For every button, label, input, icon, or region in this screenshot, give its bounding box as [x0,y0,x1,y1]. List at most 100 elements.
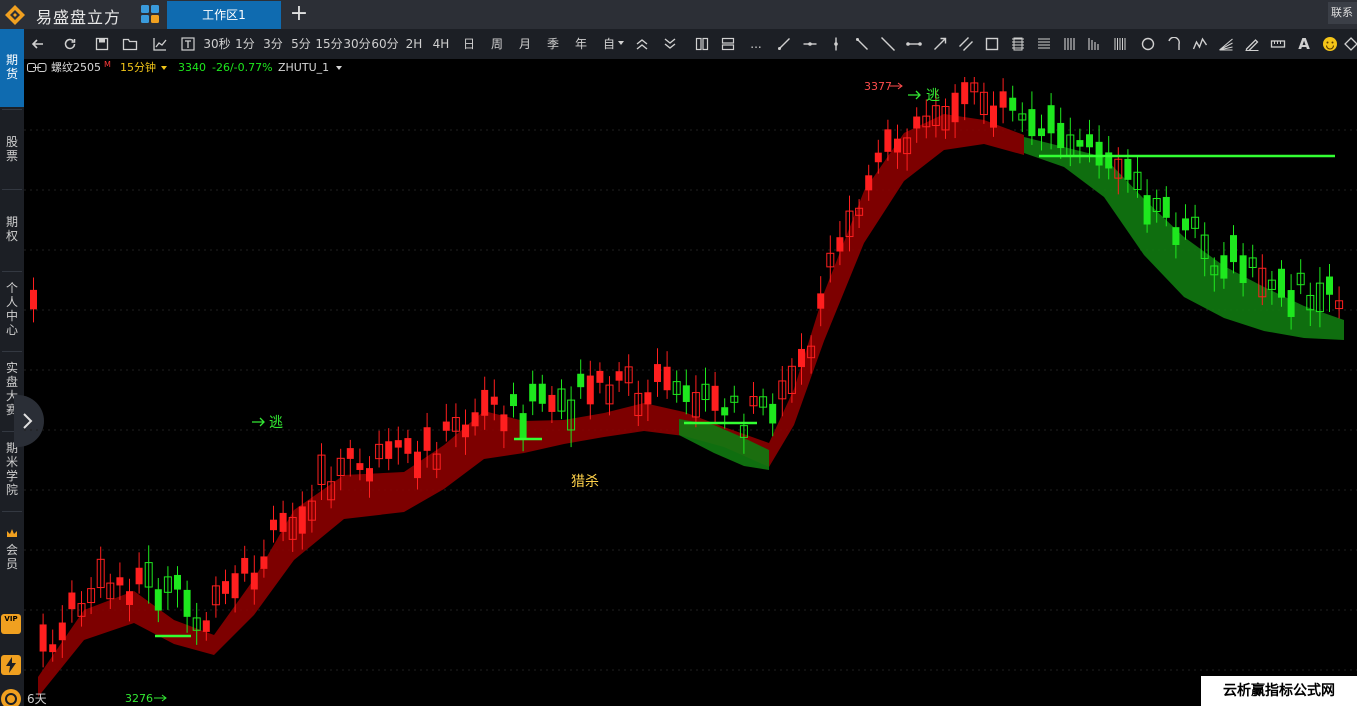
save-button[interactable] [92,29,112,59]
vertical-line-tool[interactable] [826,29,846,59]
dropdown-arrow-icon[interactable] [161,66,167,70]
workspace-grid-icon[interactable] [140,4,161,25]
candle-body [836,237,844,252]
extended-line-tool[interactable] [878,29,898,59]
period-quarter[interactable]: 季 [544,29,562,59]
watermark: 云析赢指标公式网 [1201,676,1357,706]
arc-tool[interactable] [1164,29,1184,59]
text-box-button[interactable] [178,29,198,59]
time-cycle-tool[interactable] [1060,29,1080,59]
period-selector[interactable]: 15分钟 [120,59,156,76]
period-day[interactable]: 日 [460,29,478,59]
price-range-tool[interactable] [904,29,924,59]
tab-workspace-1[interactable]: 工作区1 [167,1,281,29]
sidebar-item-membership[interactable]: 会员 [0,543,24,571]
candle-body [711,385,719,411]
candle-body [135,567,143,585]
candle-body [615,371,623,381]
period-5m[interactable]: 5分 [290,29,312,59]
refresh-button[interactable] [60,29,80,59]
back-button[interactable] [28,29,48,59]
sidebar-item-personal-center[interactable]: 个人中心 [0,281,24,337]
period-month[interactable]: 月 [516,29,534,59]
period-30s[interactable]: 30秒 [202,29,232,59]
period-30m[interactable]: 30分 [342,29,372,59]
sidebar-item-futures[interactable]: 期货 [0,29,24,107]
fan-tool[interactable] [1216,29,1236,59]
sidebar-item-stocks[interactable]: 股票 [0,135,24,163]
line-chart-icon [153,38,167,51]
gann-lines-icon [1114,38,1126,50]
fib-time-tool[interactable] [1084,29,1104,59]
pen-icon [1245,39,1259,51]
level-lines-tool[interactable] [1034,29,1054,59]
contact-button[interactable]: 联系 [1328,2,1357,24]
candle-body [663,366,671,391]
ray-tool[interactable] [852,29,872,59]
horizontal-ray-tool[interactable] [800,29,820,59]
gann-tool[interactable] [1110,29,1130,59]
candle-body [116,577,124,586]
ruler-tool[interactable] [1268,29,1288,59]
layout-rows-button[interactable] [718,29,738,59]
eraser-icon [1344,37,1357,51]
candle-body [990,105,997,128]
period-year[interactable]: 年 [572,29,590,59]
rectangle-tool[interactable] [982,29,1002,59]
line-segment-icon [778,38,790,50]
symbol-name[interactable]: 螺纹2505 [51,59,101,76]
indicator-name[interactable]: ZHUTU_1 [278,59,329,76]
hunt-label: 猎杀 [571,474,599,490]
add-tab-button[interactable]: + [288,1,310,27]
candle-body [1278,268,1285,298]
period-custom[interactable]: 自 [600,29,618,59]
candle-body [1038,128,1045,137]
parallel-channel-tool[interactable] [956,29,976,59]
candle-body [1287,290,1295,317]
support-icon[interactable] [1,689,21,706]
circle-tool[interactable] [1138,29,1158,59]
scroll-up-button[interactable] [632,29,652,59]
more-tools-button[interactable]: ... [748,29,764,59]
wave-tool[interactable] [1190,29,1210,59]
open-button[interactable] [120,29,140,59]
period-60m[interactable]: 60分 [370,29,400,59]
flash-icon[interactable] [1,655,21,675]
candle-body [1124,158,1132,180]
price-chart[interactable]: 逃 逃 猎杀 3377 3276 6天 [24,77,1357,706]
period-2h[interactable]: 2H [403,29,425,59]
smiley-icon [1323,37,1337,51]
candle-body [874,152,882,163]
link-icon[interactable] [27,63,47,72]
sidebar-item-options[interactable]: 期权 [0,215,24,243]
arrow-tool[interactable] [930,29,950,59]
segment-tool[interactable] [774,29,794,59]
sidebar-item-academy[interactable]: 期米学院 [0,441,24,497]
eraser-tool[interactable] [1344,29,1357,59]
dropdown-arrow-icon[interactable] [618,41,624,46]
layout-columns-button[interactable] [692,29,712,59]
candle-body [884,129,892,152]
scroll-down-button[interactable] [660,29,680,59]
candle-body [279,512,287,532]
days-label: 6天 [27,692,47,706]
text-tool[interactable]: A [1294,29,1314,59]
emoji-tool[interactable] [1320,29,1340,59]
indicator-button[interactable] [150,29,170,59]
period-1m[interactable]: 1分 [234,29,256,59]
candle-body [346,448,354,459]
save-icon [95,37,109,51]
fibonacci-tool[interactable] [1008,29,1028,59]
high-price-label: 3377 [864,80,892,93]
pen-tool[interactable] [1242,29,1262,59]
period-week[interactable]: 周 [488,29,506,59]
dropdown-arrow-icon[interactable] [336,66,342,70]
candle-body [298,506,306,534]
period-3m[interactable]: 3分 [262,29,284,59]
candle-body [1057,122,1065,149]
period-4h[interactable]: 4H [430,29,452,59]
escape-signal-2: 逃 [908,88,940,104]
vip-badge[interactable]: VIP [1,614,21,634]
candle-body [30,289,37,310]
period-15m[interactable]: 15分 [314,29,344,59]
